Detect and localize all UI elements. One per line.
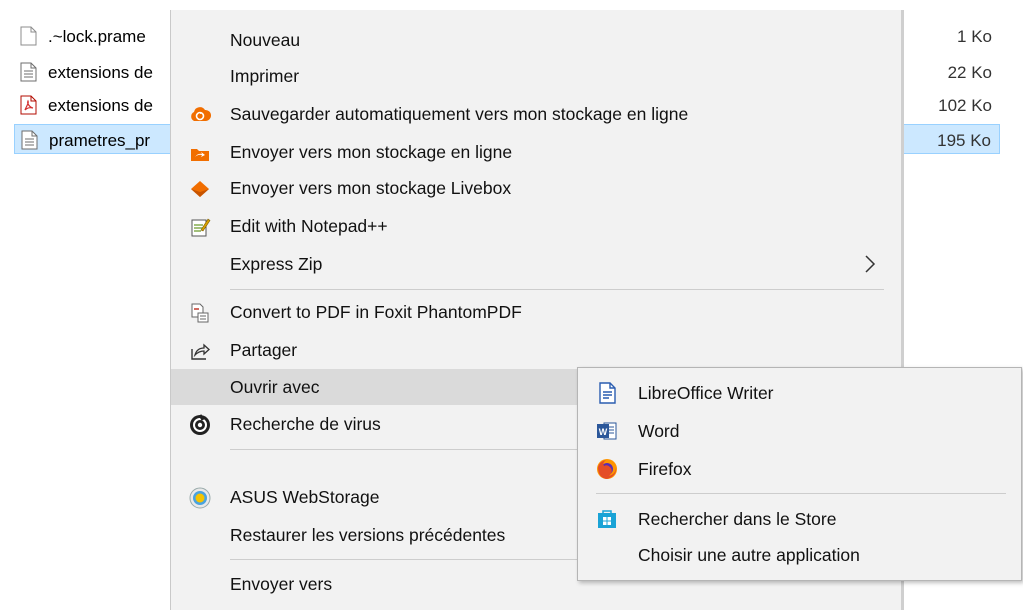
store-icon xyxy=(598,510,616,528)
menu-item-notepad[interactable]: Edit with Notepad++ xyxy=(171,208,901,244)
file-name: extensions de xyxy=(48,63,153,82)
cloud-folder-icon xyxy=(191,149,209,161)
cloud-sync-icon xyxy=(191,107,211,121)
menu-item-partager[interactable]: Partager xyxy=(171,332,901,368)
menu-item-foxit[interactable]: Convert to PDF in Foxit PhantomPDF xyxy=(171,294,901,330)
menu-separator xyxy=(230,289,884,290)
file-size: 1 Ko xyxy=(957,27,992,46)
menu-item-label: Imprimer xyxy=(230,66,300,86)
submenu-item-firefox[interactable]: Firefox xyxy=(578,451,1021,487)
menu-item-imprimer[interactable]: Imprimer xyxy=(171,58,901,94)
menu-item-label: Restaurer les versions précédentes xyxy=(230,525,506,545)
submenu-item-libreoffice[interactable]: LibreOffice Writer xyxy=(578,375,1021,411)
menu-item-envoyer-stockage[interactable]: Envoyer vers mon stockage en ligne xyxy=(171,134,901,170)
menu-item-express-zip[interactable]: Express Zip xyxy=(171,246,901,282)
menu-item-label: Envoyer vers xyxy=(230,574,333,594)
share-icon xyxy=(191,343,210,360)
submenu-item-label: LibreOffice Writer xyxy=(638,383,774,403)
menu-item-label: Edit with Notepad++ xyxy=(230,216,388,236)
pdf-file-icon xyxy=(20,95,37,115)
file-size: 195 Ko xyxy=(937,131,991,150)
notepad-plus-icon xyxy=(191,218,211,237)
menu-item-label: Express Zip xyxy=(230,254,323,274)
submenu-item-store[interactable]: Rechercher dans le Store xyxy=(578,501,1021,537)
menu-item-label: Convert to PDF in Foxit PhantomPDF xyxy=(230,302,522,322)
menu-item-label: Recherche de virus xyxy=(230,414,381,434)
menu-item-label: Nouveau xyxy=(230,30,301,50)
menu-item-sauvegarder[interactable]: Sauvegarder automatiquement vers mon sto… xyxy=(171,96,901,132)
file-name: .~lock.prame xyxy=(48,27,146,46)
menu-item-label: Envoyer vers mon stockage Livebox xyxy=(230,178,512,198)
text-file-icon xyxy=(21,130,38,150)
menu-item-label: Sauvegarder automatiquement vers mon sto… xyxy=(230,104,689,124)
submenu-separator xyxy=(596,493,1006,494)
text-file-icon xyxy=(20,62,37,82)
file-name: extensions de xyxy=(48,96,153,115)
chevron-right-icon xyxy=(865,255,876,273)
submenu-item-choisir[interactable]: Choisir une autre application xyxy=(578,537,1021,573)
menu-item-label: Ouvrir avec xyxy=(230,377,320,397)
antivirus-icon xyxy=(190,414,210,435)
submenu-item-word[interactable]: W Word xyxy=(578,413,1021,449)
submenu-item-label: Word xyxy=(638,421,680,441)
file-name: prametres_pr xyxy=(49,131,151,150)
file-size: 102 Ko xyxy=(938,96,992,115)
submenu-item-label: Firefox xyxy=(638,459,692,479)
word-icon: W xyxy=(597,422,617,440)
menu-item-livebox[interactable]: Envoyer vers mon stockage Livebox xyxy=(171,170,901,206)
svg-text:W: W xyxy=(599,427,608,437)
menu-item-label: Partager xyxy=(230,340,298,360)
menu-item-nouveau[interactable]: Nouveau xyxy=(171,22,901,58)
asus-webstorage-icon xyxy=(189,487,211,509)
libreoffice-writer-icon xyxy=(599,382,616,404)
menu-item-label: Envoyer vers mon stockage en ligne xyxy=(230,142,513,162)
foxit-pdf-icon xyxy=(191,303,209,323)
open-with-submenu: LibreOffice Writer W Word Firefox Recher… xyxy=(577,367,1022,581)
blank-file-icon xyxy=(20,26,37,46)
firefox-icon xyxy=(597,459,617,479)
submenu-item-label: Choisir une autre application xyxy=(638,545,860,565)
menu-item-label: ASUS WebStorage xyxy=(230,487,380,507)
file-size: 22 Ko xyxy=(947,63,992,82)
livebox-icon xyxy=(191,181,209,197)
submenu-item-label: Rechercher dans le Store xyxy=(638,509,837,529)
